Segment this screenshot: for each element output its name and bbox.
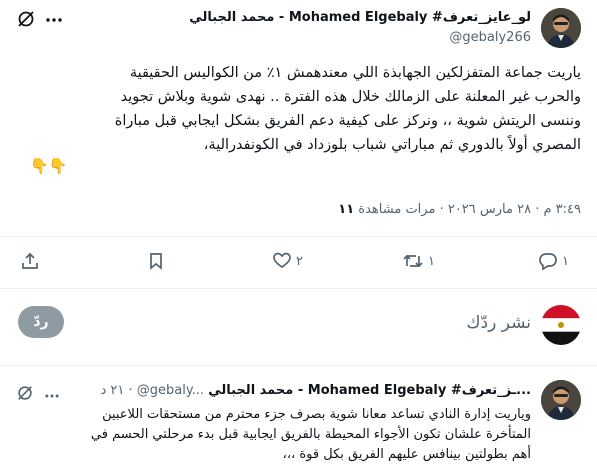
reply-author-display-name[interactable]: ...ـز_تعرف# Mohamed Elgebaly - محمد الجب… <box>208 383 531 398</box>
reply-text-line: المتأخرة علشان تكون الأجواء المحيطة بالف… <box>90 427 531 442</box>
like-count: ٢ <box>296 253 303 269</box>
share-button[interactable] <box>20 251 40 271</box>
bookmark-icon <box>150 253 162 270</box>
views-count: ١١ <box>338 202 355 217</box>
tweet-text: ياريت جماعة المتفزلكين الجهابذة اللي معن… <box>16 61 581 157</box>
divider <box>0 288 597 289</box>
like-button[interactable]: ٢ <box>272 251 303 271</box>
reply-more-options-icon[interactable] <box>44 387 60 399</box>
reply-author-avatar[interactable] <box>541 380 581 420</box>
reply-text-line: أهم بطولتين بينافس عليهم الفريق بكل قوة … <box>282 447 531 462</box>
tweet-text-line: ياريت جماعة المتفزلكين الجهابذة اللي معن… <box>129 65 581 81</box>
tweet-text-line: المصري أولاً بالدوري ثم مباراتي شباب بلو… <box>203 137 581 153</box>
reply-header: ...ـز_تعرف# Mohamed Elgebaly - محمد الجب… <box>100 383 531 398</box>
retweet-button[interactable]: ١ <box>402 251 435 271</box>
bookmark-button[interactable] <box>146 251 166 271</box>
more-options-icon[interactable] <box>45 12 63 26</box>
user-avatar-egypt-flag <box>541 305 581 345</box>
author-avatar[interactable] <box>541 8 581 48</box>
author-handle[interactable]: @gebaly266 <box>449 30 531 45</box>
reply-submit-button[interactable]: ردّ <box>18 306 64 338</box>
reply-text-line: وياريت إدارة النادي تساعد معانا شوية بصر… <box>102 407 531 422</box>
reply-composer-input[interactable]: نشر ردّك <box>467 313 531 333</box>
pointing-down-emojis: 👇👇 <box>30 157 68 175</box>
grok-icon[interactable] <box>16 9 36 29</box>
reply-author-handle[interactable]: @gebaly... <box>137 383 204 398</box>
divider <box>0 236 597 237</box>
reply-time[interactable]: ٢١ د <box>100 383 124 398</box>
reply-count: ١ <box>562 253 569 269</box>
divider <box>0 365 597 366</box>
reply-tweet-text: وياريت إدارة النادي تساعد معانا شوية بصر… <box>16 405 531 465</box>
reply-grok-icon[interactable] <box>16 384 34 402</box>
tweet-meta: ٣:٤٩ م · ٢٨ مارس ٢٠٢٦ · مرات مشاهدة ١١ <box>338 202 581 217</box>
heart-icon <box>273 252 291 269</box>
retweet-count: ١ <box>428 253 435 269</box>
views-label: مرات مشاهدة <box>358 202 436 217</box>
reply-icon <box>539 253 557 271</box>
tweet-timestamp[interactable]: ٣:٤٩ م · ٢٨ مارس ٢٠٢٦ <box>448 202 581 217</box>
share-icon <box>22 252 38 269</box>
tweet-text-line: وننسى الريتش شوية ،، ونركز على كيفية دعم… <box>114 113 581 129</box>
author-display-name[interactable]: لو_عايز_تعرف# Mohamed Elgebaly - محمد ال… <box>189 10 531 25</box>
tweet-text-line: والحرب غير المعلنة على الزمالك خلال هذه … <box>120 89 581 105</box>
reply-button[interactable]: ١ <box>538 251 569 271</box>
retweet-icon <box>403 254 423 268</box>
